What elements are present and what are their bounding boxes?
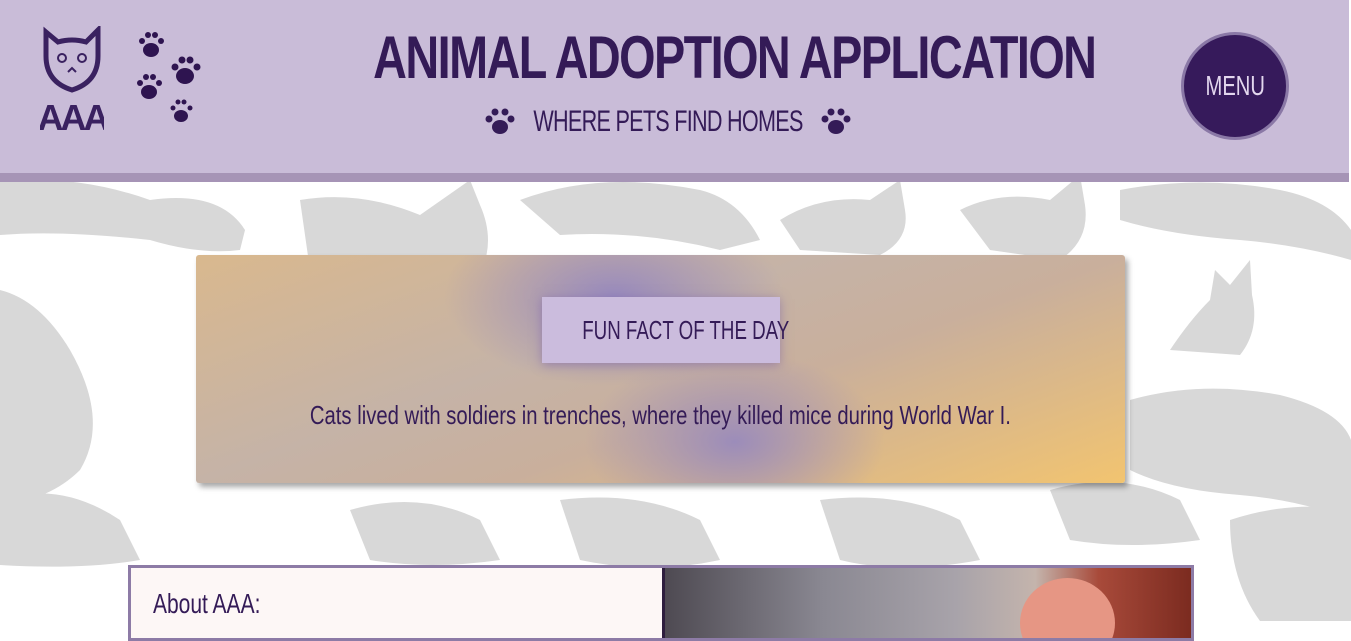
fun-fact-body: Cats lived with soldiers in trenches, wh… [309, 400, 1012, 430]
paw-print-icon [137, 32, 201, 122]
about-section: About AAA: [128, 565, 1194, 641]
fun-fact-card: FUN FACT OF THE DAY Cats lived with sold… [196, 255, 1125, 483]
site-header: AAA ANIMAL ADOPTION APPLICATION WHERE PE… [0, 0, 1349, 182]
tagline-text: WHERE PETS FIND HOMES [533, 105, 803, 138]
pet-photo [662, 568, 1191, 638]
fun-fact-label-text: FUN FACT OF THE DAY [582, 315, 790, 345]
menu-button[interactable]: MENU [1181, 32, 1289, 140]
fun-fact-label: FUN FACT OF THE DAY [542, 297, 789, 363]
paw-print-icon [485, 108, 515, 134]
menu-label: MENU [1205, 70, 1265, 101]
logo-text: AAA [40, 97, 104, 138]
tagline: WHERE PETS FIND HOMES [440, 102, 896, 142]
cat-logo-icon[interactable]: AAA [40, 26, 104, 138]
paw-print-icon [821, 108, 851, 134]
about-title: About AAA: [153, 588, 261, 619]
fun-fact-text: Cats lived with soldiers in trenches, wh… [196, 397, 1125, 433]
pet-nose-shape [1020, 578, 1115, 638]
page-title: ANIMAL ADOPTION APPLICATION [373, 24, 1097, 91]
